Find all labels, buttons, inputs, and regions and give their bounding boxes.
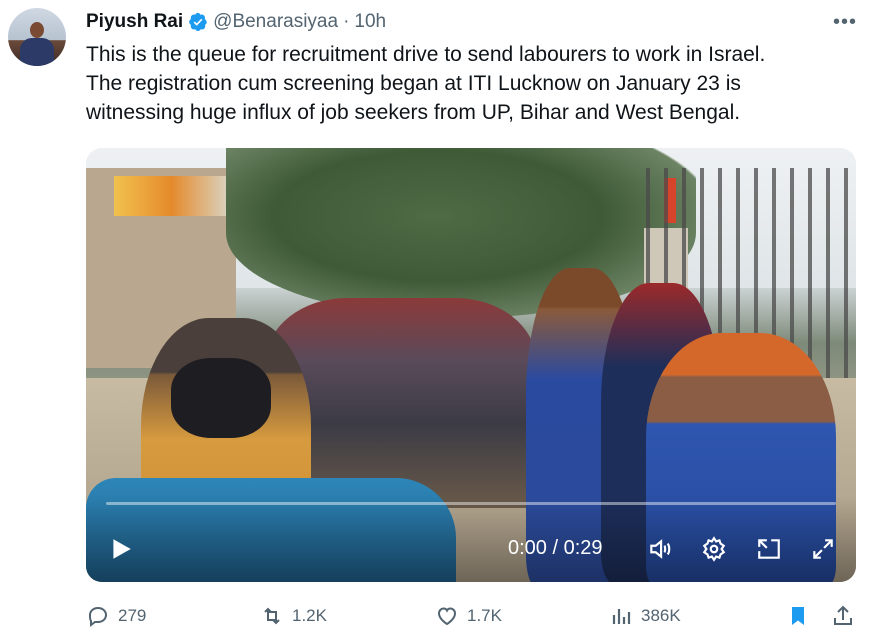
tweet-action-bar: 279 1.2K 1.7K 386K: [86, 600, 858, 634]
play-icon[interactable]: [108, 536, 134, 562]
tweet-header: Piyush Rai @Benarasiyaa · 10h •••: [86, 9, 859, 35]
share-button[interactable]: [831, 604, 855, 628]
video-frame-face-mask: [171, 358, 271, 438]
tweet-avatar[interactable]: [8, 8, 66, 66]
verified-badge-icon: [188, 12, 208, 32]
video-controls-overlay: [86, 496, 856, 582]
tweet-text-line: The registration cum screening began at …: [86, 72, 741, 95]
share-icon: [834, 605, 852, 625]
video-progress-bar[interactable]: [106, 502, 836, 505]
author-handle[interactable]: @Benarasiyaa: [213, 11, 338, 33]
tweet-text: This is the queue for recruitment drive …: [86, 40, 856, 127]
header-separator: ·: [343, 11, 350, 32]
tweet-text-line: This is the queue for recruitment drive …: [86, 43, 766, 66]
bookmark-button[interactable]: [786, 604, 810, 628]
reply-count: 279: [118, 606, 147, 625]
author-name[interactable]: Piyush Rai: [86, 11, 183, 33]
video-frame-trees: [226, 148, 696, 318]
tweet-text-line: witnessing huge influx of job seekers fr…: [86, 101, 741, 124]
more-options-icon[interactable]: •••: [833, 11, 857, 34]
bookmark-icon: [792, 607, 804, 625]
views-count: 386K: [641, 606, 681, 625]
video-timecode: 0:00 / 0:29: [508, 537, 603, 559]
picture-in-picture-icon[interactable]: [756, 536, 782, 562]
tweet-timestamp[interactable]: 10h: [354, 11, 386, 33]
heart-icon: [437, 607, 457, 626]
reply-icon: [89, 606, 108, 627]
views-button[interactable]: 386K: [609, 604, 681, 628]
video-frame-banner: [114, 176, 229, 216]
reply-button[interactable]: 279: [86, 604, 146, 628]
like-button[interactable]: 1.7K: [435, 604, 502, 628]
avatar-head: [30, 22, 44, 38]
like-count: 1.7K: [467, 606, 502, 625]
settings-gear-icon[interactable]: [701, 536, 727, 562]
video-player[interactable]: 0:00 / 0:29: [86, 148, 856, 582]
retweet-button[interactable]: 1.2K: [260, 604, 327, 628]
views-icon: [612, 609, 631, 624]
retweet-count: 1.2K: [292, 606, 327, 625]
avatar-body: [20, 38, 54, 66]
volume-icon[interactable]: [647, 536, 673, 562]
retweet-icon: [264, 607, 280, 625]
fullscreen-icon[interactable]: [810, 536, 836, 562]
